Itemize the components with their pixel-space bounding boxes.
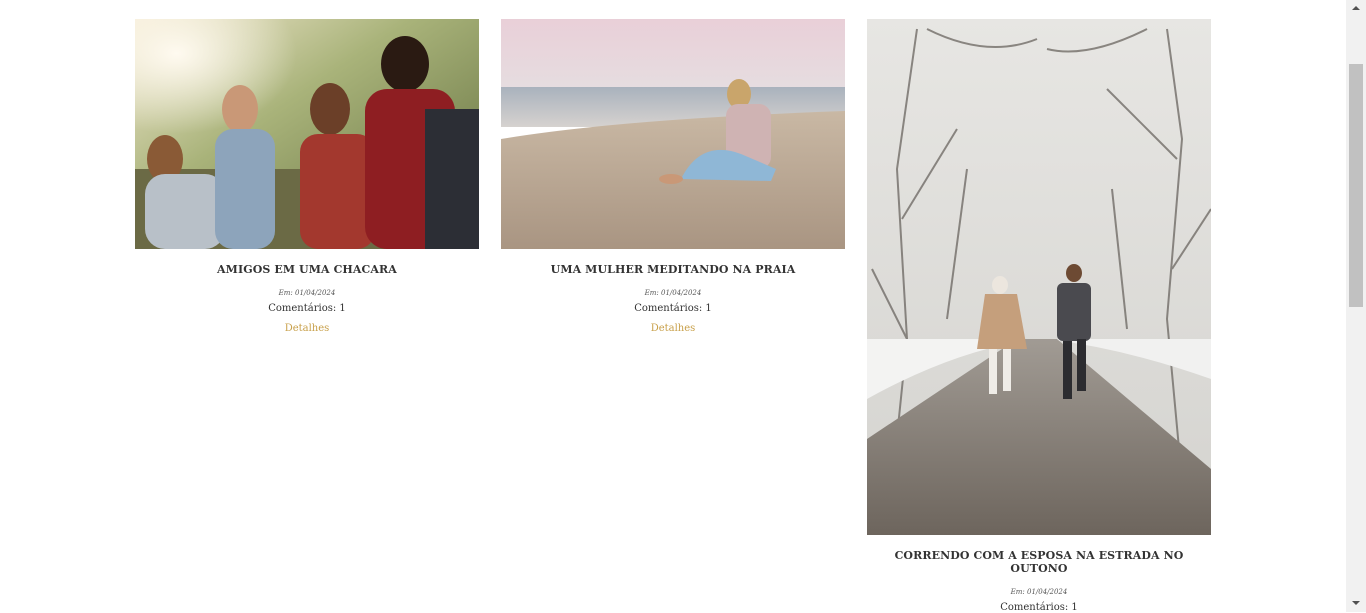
details-link[interactable]: Detalhes	[651, 323, 696, 334]
posts-grid: AMIGOS EM UMA CHACARA Em: 01/04/2024 Com…	[0, 0, 1346, 613]
post-title[interactable]: UMA MULHER MEDITANDO NA PRAIA	[501, 263, 845, 276]
post-card: UMA MULHER MEDITANDO NA PRAIA Em: 01/04/…	[501, 19, 845, 335]
scroll-up-button[interactable]	[1346, 0, 1366, 17]
post-image-beach[interactable]	[501, 19, 845, 249]
post-comments-count: Comentários: 1	[268, 303, 346, 314]
post-card: CORRENDO COM A ESPOSA NA ESTRADA NO OUTO…	[867, 19, 1211, 613]
scroll-down-button[interactable]	[1346, 595, 1366, 612]
post-date: Em: 01/04/2024	[278, 289, 336, 297]
details-link[interactable]: Detalhes	[285, 323, 330, 334]
post-title[interactable]: AMIGOS EM UMA CHACARA	[135, 263, 479, 276]
chevron-down-icon	[1352, 601, 1360, 605]
scroll-thumb[interactable]	[1349, 64, 1363, 307]
post-image-snow-road[interactable]	[867, 19, 1211, 535]
post-card: AMIGOS EM UMA CHACARA Em: 01/04/2024 Com…	[135, 19, 479, 335]
post-comments-count: Comentários: 1	[634, 303, 712, 314]
post-date: Em: 01/04/2024	[644, 289, 702, 297]
post-title[interactable]: CORRENDO COM A ESPOSA NA ESTRADA NO OUTO…	[867, 549, 1211, 575]
post-date: Em: 01/04/2024	[1010, 588, 1068, 596]
post-comments-count: Comentários: 1	[1000, 602, 1078, 613]
chevron-up-icon	[1352, 6, 1360, 10]
vertical-scrollbar[interactable]	[1346, 0, 1366, 612]
post-image-friends[interactable]	[135, 19, 479, 249]
